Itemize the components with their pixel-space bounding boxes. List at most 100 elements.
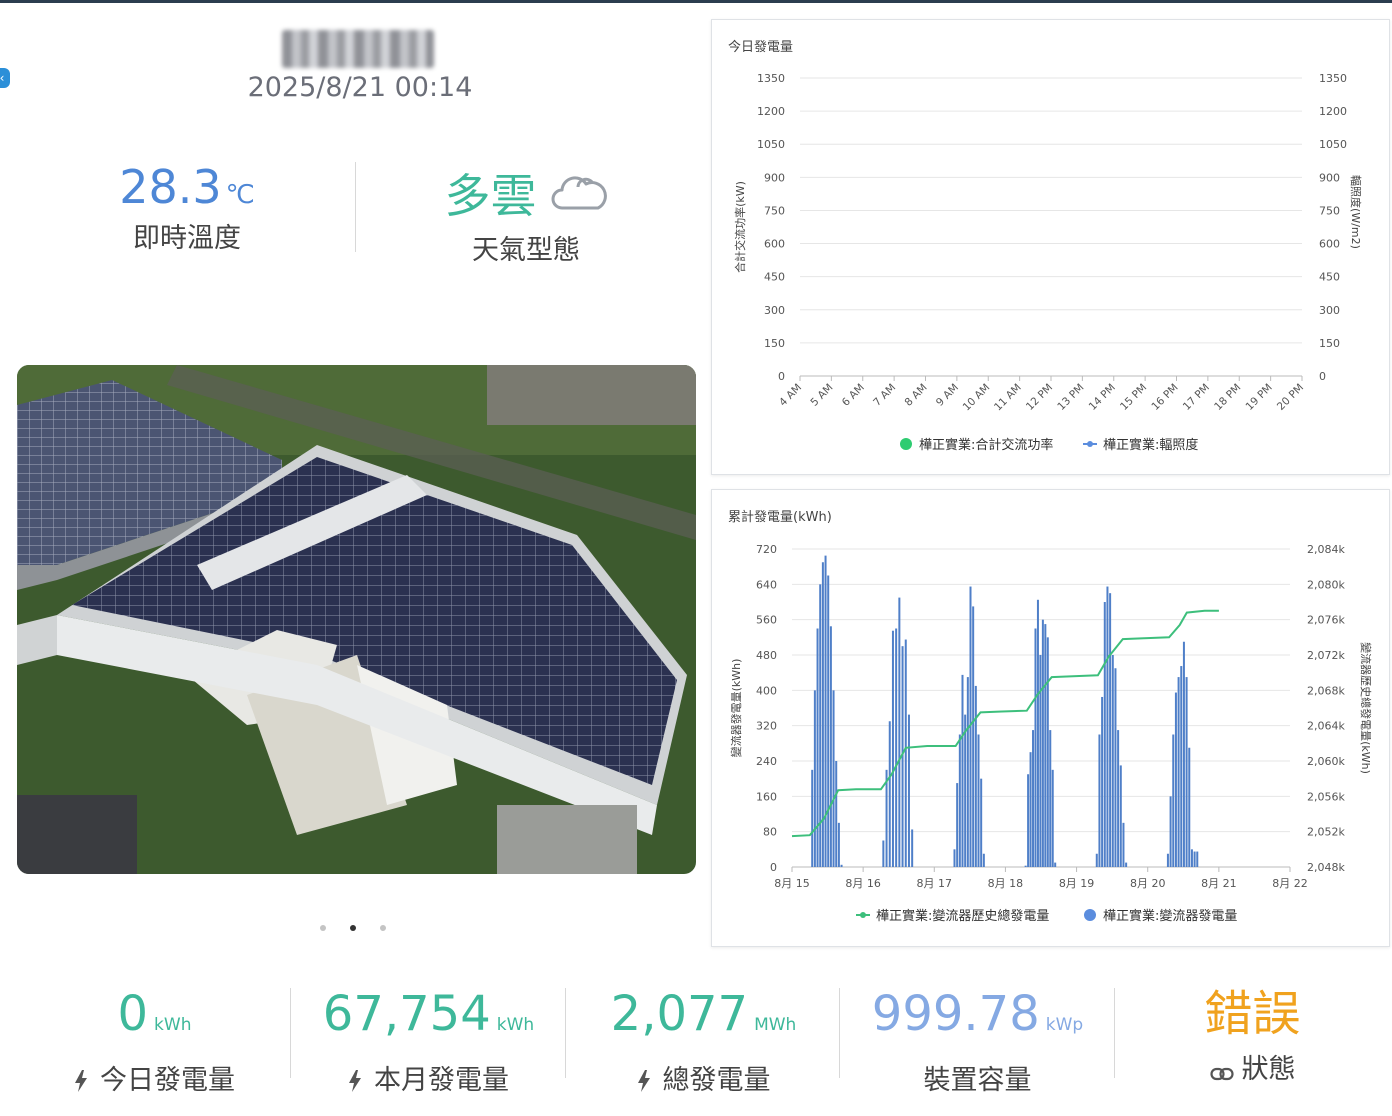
energy-bar	[1106, 586, 1109, 867]
y-axis-title: 變流器發電量(kWh)	[729, 659, 743, 758]
stat-total-energy: 2,077 MWh 總發電量	[566, 985, 841, 1097]
energy-bar	[974, 685, 977, 867]
y-right-tick-label: 750	[1319, 204, 1340, 217]
stat-today-unit: kWh	[154, 1015, 192, 1035]
sidebar-toggle-button[interactable]: ‹	[0, 68, 10, 88]
energy-bar	[1054, 862, 1057, 867]
x-tick-label: 12 PM	[1024, 382, 1055, 413]
y-right-tick-label: 2,056k	[1307, 790, 1345, 803]
energy-bar	[832, 690, 835, 867]
x-tick-label: 8月 17	[917, 877, 953, 890]
temperature-label: 即時溫度	[133, 223, 241, 254]
x-tick-label: 8 AM	[903, 382, 930, 409]
energy-bar	[1114, 668, 1117, 867]
energy-bar	[1174, 692, 1177, 867]
legend-marker-inverter	[1084, 909, 1096, 921]
energy-bar	[907, 714, 910, 867]
energy-bar	[827, 575, 830, 867]
energy-bar	[1032, 730, 1035, 867]
energy-bar	[885, 769, 888, 867]
energy-bar	[1098, 734, 1101, 867]
energy-bar	[1029, 752, 1032, 867]
y-right-tick-label: 2,060k	[1307, 755, 1345, 768]
y-right-tick-label: 2,048k	[1307, 861, 1345, 874]
energy-bar	[813, 690, 816, 867]
y-tick-label: 1200	[757, 105, 785, 118]
site-name-blurred	[282, 30, 434, 68]
x-tick-label: 9 AM	[934, 382, 961, 409]
status-link[interactable]: 狀態	[1115, 1047, 1390, 1086]
carousel-dot-2[interactable]	[350, 925, 356, 931]
carousel-dot-3[interactable]	[380, 925, 386, 931]
legend-marker-irradiance	[1087, 441, 1093, 447]
stat-status-value: 錯誤	[1204, 986, 1301, 1042]
energy-bar	[1122, 822, 1125, 867]
energy-bar	[816, 628, 819, 867]
energy-bar	[1172, 734, 1175, 867]
energy-bar	[835, 761, 838, 867]
x-tick-label: 8月 15	[774, 877, 810, 890]
y-tick-label: 750	[764, 204, 785, 217]
energy-bar	[1169, 796, 1172, 867]
energy-bar	[958, 734, 961, 867]
carousel-dot-1[interactable]	[320, 925, 326, 931]
cumulative-chart-card: 累計發電量(kWh) 0 80 160 240 320 400 480 560 640 720 2,…	[711, 489, 1390, 947]
legend-label-power: 樺正實業:合計交流功率	[919, 437, 1053, 453]
stat-month-unit: kWh	[496, 1015, 535, 1035]
bolt-icon	[349, 1070, 361, 1092]
energy-bar	[1041, 619, 1044, 867]
x-tick-label: 8月 21	[1201, 877, 1237, 890]
y-tick-label: 0	[770, 861, 777, 874]
energy-bar	[964, 714, 967, 867]
x-tick-label: 11 AM	[992, 382, 1024, 414]
energy-bar	[961, 674, 964, 867]
energy-bar	[895, 628, 898, 867]
stat-capacity: 999.78 kWp 裝置容量	[840, 985, 1115, 1097]
energy-bar	[898, 597, 901, 867]
energy-bar	[840, 864, 843, 867]
y-right-tick-label: 1050	[1319, 138, 1347, 151]
energy-bar	[1049, 730, 1052, 867]
energy-bar	[911, 829, 914, 867]
x-tick-label: 17 PM	[1181, 382, 1212, 413]
y-tick-label: 240	[756, 755, 777, 768]
x-tick-label: 10 AM	[961, 382, 993, 414]
y-tick-label: 1050	[757, 138, 785, 151]
energy-bar	[882, 840, 885, 867]
energy-bar	[1051, 769, 1054, 867]
carousel-dots	[320, 925, 386, 931]
x-tick-label: 18 PM	[1212, 382, 1243, 413]
bolt-icon	[637, 1070, 650, 1092]
y-tick-label: 80	[763, 826, 777, 839]
legend-marker-total	[860, 912, 866, 918]
y-tick-label: 320	[756, 720, 777, 733]
y-right-tick-label: 2,076k	[1307, 614, 1345, 627]
x-tick-label: 5 AM	[808, 382, 835, 409]
energy-bar	[1044, 624, 1047, 867]
legend-label-irradiance: 樺正實業:輻照度	[1103, 437, 1198, 453]
energy-bar	[1109, 593, 1112, 867]
stat-month-label: 本月發電量	[374, 1065, 509, 1096]
energy-bar	[837, 822, 840, 867]
x-tick-label: 7 AM	[871, 382, 898, 409]
stat-total-unit: MWh	[754, 1015, 797, 1035]
energy-bar	[829, 626, 832, 867]
today-chart-card: 今日發電量 0 150 300 450 600 750 900 1050 1200 1350 0 15…	[711, 19, 1390, 475]
today-power-chart: 0 150 300 450 600 750 900 1050 1200 1350 0 150 300 45…	[733, 72, 1363, 453]
x-tick-label: 8月 22	[1272, 877, 1308, 890]
energy-bar	[1193, 851, 1196, 867]
stat-capacity-value: 999.78	[871, 986, 1040, 1042]
legend-label-total: 樺正實業:變流器歷史總發電量	[876, 908, 1049, 924]
energy-bar	[904, 639, 907, 867]
y-tick-label: 640	[756, 578, 777, 591]
energy-bar	[1190, 849, 1193, 867]
y-right-tick-label: 2,064k	[1307, 720, 1345, 733]
x-tick-label: 15 PM	[1118, 382, 1149, 413]
energy-bar	[972, 606, 975, 867]
energy-bar	[1034, 628, 1037, 867]
temperature-unit: ℃	[225, 180, 255, 210]
y-right-tick-label: 2,068k	[1307, 684, 1345, 697]
y-tick-label: 600	[764, 238, 785, 251]
link-icon	[1209, 1067, 1234, 1081]
y-right-tick-label: 2,072k	[1307, 649, 1345, 662]
